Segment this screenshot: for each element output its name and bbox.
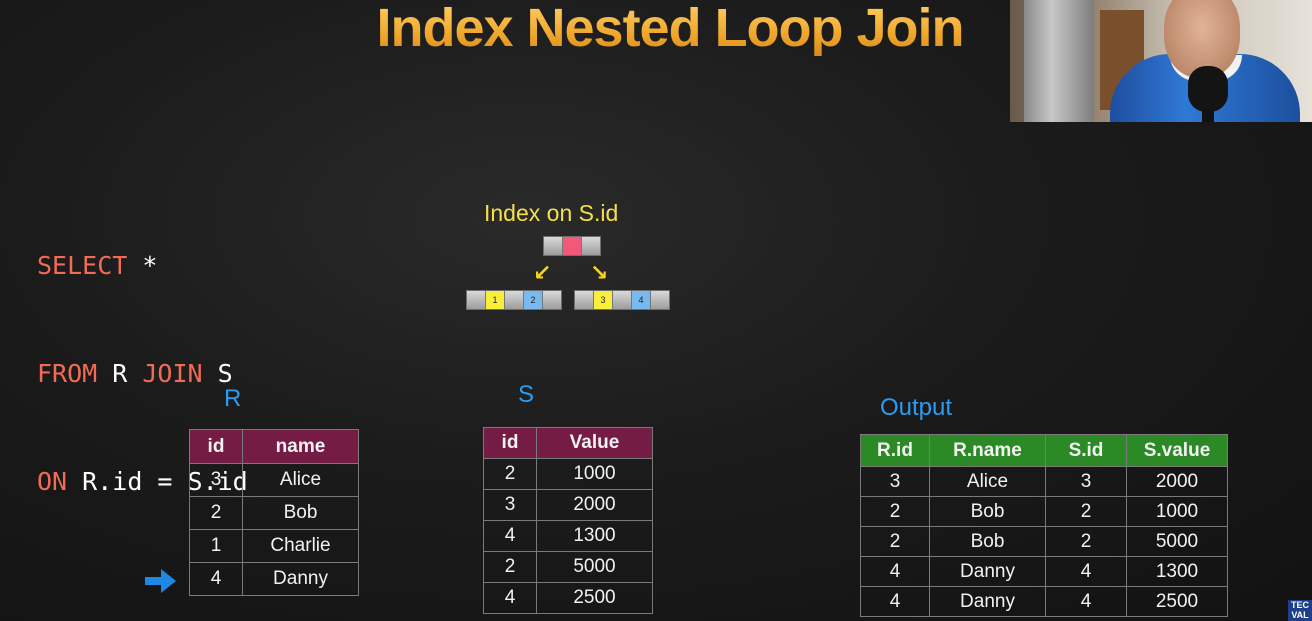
table-row: 4 1300	[483, 520, 653, 552]
table-header: id	[189, 429, 243, 464]
table-r-label: R	[224, 385, 242, 412]
webcam-video	[1010, 0, 1312, 122]
slide: Index Nested Loop Join SELECT * FROM R J…	[0, 0, 1312, 621]
table-row: 2 Bob 2 5000	[860, 526, 1228, 557]
table-row: 4 2500	[483, 582, 653, 614]
index-leaf-right: 3 4	[574, 290, 670, 310]
index-key: 3	[594, 291, 613, 309]
sql-keyword-join: JOIN	[142, 359, 203, 388]
table-row: 4 Danny	[189, 562, 359, 596]
table-header: id	[483, 427, 537, 459]
table-row: 4 Danny 4 1300	[860, 556, 1228, 587]
table-row: 4 Danny 4 2500	[860, 586, 1228, 617]
index-title: Index on S.id	[484, 200, 619, 226]
table-header: S.id	[1045, 434, 1127, 467]
sql-text: S	[202, 359, 233, 388]
index-root-node	[543, 236, 601, 256]
table-row: 1 Charlie	[189, 529, 359, 563]
sql-keyword-on: ON	[37, 467, 68, 496]
arrow-down-icon: ↘	[590, 260, 609, 285]
table-row: 2 Bob 2 1000	[860, 496, 1228, 527]
channel-logo: TEC VAL	[1288, 600, 1312, 621]
sql-text: *	[127, 251, 158, 280]
table-row: 3 Alice 3 2000	[860, 466, 1228, 497]
arrow-right-icon	[145, 569, 176, 593]
table-row: 3 2000	[483, 489, 653, 521]
index-key: 2	[524, 291, 543, 309]
index-key: 1	[486, 291, 505, 309]
arrow-down-icon: ↙	[533, 260, 552, 285]
table-row: 2 1000	[483, 458, 653, 490]
sql-keyword-from: FROM	[37, 359, 98, 388]
output-label: Output	[880, 394, 953, 421]
table-s-label: S	[518, 381, 535, 408]
table-header: R.id	[860, 434, 930, 467]
index-key: 4	[632, 291, 651, 309]
sql-text: R	[97, 359, 143, 388]
sql-keyword-select: SELECT	[37, 251, 128, 280]
index-leaf-left: 1 2	[466, 290, 562, 310]
table-r: id name 3 Alice 2 Bob 1 Charlie 4 Danny	[189, 429, 359, 596]
table-row: 2 Bob	[189, 496, 359, 530]
table-header: R.name	[929, 434, 1046, 467]
table-header: Value	[536, 427, 653, 459]
table-header: S.value	[1126, 434, 1228, 467]
output-table: R.id R.name S.id S.value 3 Alice 3 2000 2 Bo…	[860, 434, 1228, 617]
slide-title: Index Nested Loop Join	[300, 0, 1040, 56]
table-row: 2 5000	[483, 551, 653, 583]
table-s: id Value 2 1000 3 2000 4 1300 2 5000 4 2500	[483, 427, 653, 614]
table-header: name	[242, 429, 359, 464]
table-row: 3 Alice	[189, 463, 359, 497]
